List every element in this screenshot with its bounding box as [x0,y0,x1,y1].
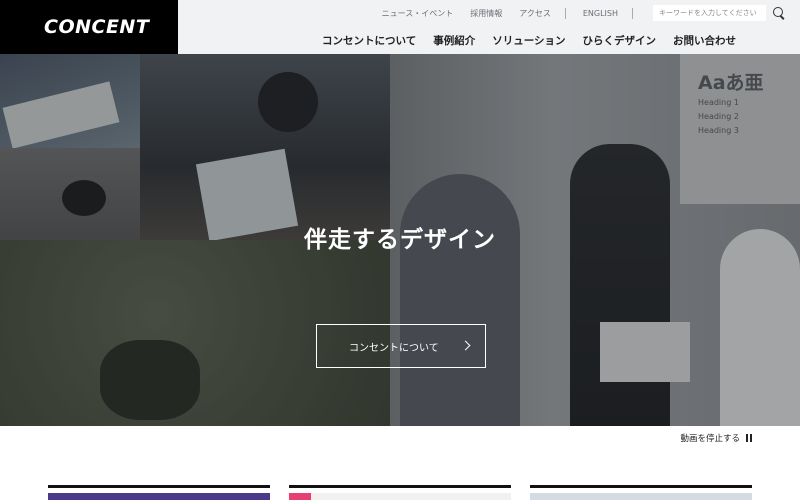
header: ニュース・イベント 採用情報 アクセス ENGLISH コンセントについて 事例… [178,0,800,54]
main-nav: コンセントについて 事例紹介 ソリューション ひらくデザイン お問い合わせ [305,28,736,52]
card-thumbnail [289,493,511,500]
logo-link[interactable]: CONCENT [0,0,178,54]
hero-title: 伴走するデザイン [304,227,496,253]
card-thumbnail [48,493,270,500]
divider [564,7,566,19]
language-link-english[interactable]: ENGLISH [583,9,618,18]
feature-card[interactable] [289,485,511,500]
feature-card[interactable] [530,485,752,500]
card-thumbnail [530,493,752,500]
nav-item-about[interactable]: コンセントについて [322,33,416,48]
nav-item-solutions[interactable]: ソリューション [492,33,565,48]
hero-video: Aaあ亜 Heading 1 Heading 2 Heading 3 伴走するデ… [0,54,800,426]
nav-item-contact[interactable]: お問い合わせ [673,33,736,48]
stop-video-label: 動画を停止する [680,434,740,444]
utility-link-news-events[interactable]: ニュース・イベント [382,8,454,19]
about-button[interactable]: コンセントについて [316,324,486,368]
search-input[interactable] [653,5,766,21]
utility-link-access[interactable]: アクセス [519,8,551,19]
pause-icon [746,434,752,442]
search-icon[interactable] [772,6,786,20]
divider [632,7,633,19]
nav-item-open-design[interactable]: ひらくデザイン [583,33,657,48]
stop-video-button[interactable]: 動画を停止する [680,432,752,444]
about-button-label: コンセントについて [349,342,439,354]
nav-item-works[interactable]: 事例紹介 [433,33,475,48]
utility-nav: ニュース・イベント 採用情報 アクセス ENGLISH [365,3,786,23]
chevron-right-icon [460,340,471,351]
utility-link-recruit[interactable]: 採用情報 [470,8,502,19]
logo: CONCENT [44,16,150,38]
feature-card[interactable] [48,485,270,500]
